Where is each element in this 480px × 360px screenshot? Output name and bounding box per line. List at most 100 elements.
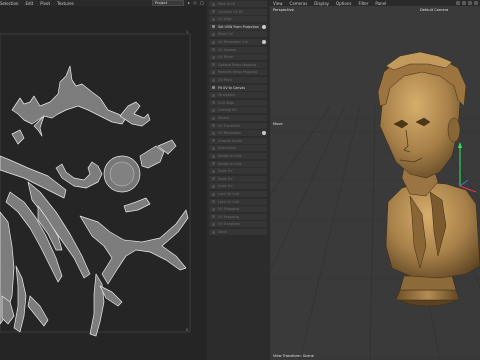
cmd-item-label: Rotate to Grid xyxy=(218,161,242,166)
uv-island xyxy=(11,65,127,125)
cmd-item-label: Interactive xyxy=(218,146,236,151)
cmd-item-icon xyxy=(212,222,215,226)
cmd-item[interactable]: Rotate to Grid xyxy=(209,160,267,167)
cmd-item-icon xyxy=(212,131,215,135)
cmd-item-label: Lock UV Grid xyxy=(218,199,240,204)
cmd-item-label: UV Mirror xyxy=(218,55,234,60)
cmd-item-icon xyxy=(212,70,215,74)
cmd-item[interactable]: Scale UV xyxy=(209,183,267,190)
cmd-item-icon xyxy=(212,162,215,166)
cmd-item[interactable]: Realistic Relax Mapping xyxy=(209,69,267,76)
cmd-item[interactable]: Grid Align xyxy=(209,99,267,106)
cmd-item[interactable]: UV Unwrap xyxy=(209,46,267,53)
check-dot-icon[interactable] xyxy=(262,24,266,29)
cmd-item-label: Set UVW From Projection xyxy=(218,24,259,29)
camera-name[interactable]: Default Camera xyxy=(420,8,448,12)
cmd-item-label: UV Snapping xyxy=(218,214,240,219)
cmd-item[interactable]: Interactive xyxy=(209,145,267,152)
cmd-item-label: Relax UV xyxy=(218,32,233,37)
check-dot-icon[interactable] xyxy=(262,40,266,44)
cmd-item-icon xyxy=(212,230,215,234)
zoom-view-icon[interactable] xyxy=(468,1,472,5)
cmd-item-label: UV Relaxation Cut xyxy=(218,40,248,44)
cmd-item-icon xyxy=(212,108,215,112)
uv-island xyxy=(1,295,15,325)
cmd-item[interactable]: UV Relaxation xyxy=(209,130,267,137)
vp-menu-cameras[interactable]: Cameras xyxy=(290,1,308,6)
cmd-item-label: Stitch xyxy=(218,230,228,234)
cmd-item-icon xyxy=(212,10,215,14)
cmd-item[interactable]: Scale UV xyxy=(209,168,267,175)
cmd-item[interactable]: Straighten xyxy=(209,92,267,99)
cmd-item-icon xyxy=(212,169,215,173)
vp-menu-options[interactable]: Options xyxy=(336,1,351,6)
cmd-item-label: UV Paint xyxy=(218,78,232,82)
cmd-item-icon xyxy=(212,215,215,219)
uv-editor-canvas[interactable]: 1 0 xyxy=(0,6,208,360)
cmd-item-label: Overlap UV xyxy=(218,108,237,113)
cmd-item[interactable]: Rotate to Grid xyxy=(209,153,267,159)
cmd-item[interactable]: UV Mirror xyxy=(209,54,267,61)
uv-menu-textures[interactable]: Textures xyxy=(57,1,74,6)
cmd-item[interactable]: Stitch xyxy=(209,229,267,235)
cmd-item[interactable]: Scale UV xyxy=(209,175,267,182)
view-name: Perspective xyxy=(273,8,294,12)
cmd-item-label: Rotate xyxy=(218,116,229,120)
cmd-item-icon xyxy=(212,63,215,67)
cmd-item-label: UV Unwrap xyxy=(218,47,237,52)
uv-menu-edit[interactable]: Edit xyxy=(25,1,33,6)
uv-menu-selection[interactable]: Selection xyxy=(0,1,18,6)
uv-command-panel: Pack to Fit Conform UV Fit UV Align Set UVW… xyxy=(207,0,271,360)
cmd-item-icon xyxy=(212,139,215,143)
cmd-item-label: Lock UV Grid xyxy=(218,192,240,196)
cmd-item[interactable]: UV Align xyxy=(209,16,267,23)
cmd-item[interactable]: Fit UV to Canvas xyxy=(209,84,267,91)
uv-island xyxy=(123,197,151,213)
uv-island xyxy=(55,161,103,189)
cmd-item[interactable]: Unwrap Quads xyxy=(209,137,267,144)
cmd-item-icon xyxy=(212,93,215,97)
cmd-item[interactable]: Overlap UV xyxy=(209,107,267,114)
cmd-item[interactable]: Pack to Fit xyxy=(209,1,267,7)
cmd-item[interactable]: UV Snapping xyxy=(209,206,267,213)
cmd-item[interactable]: UV Transform xyxy=(209,122,267,129)
cmd-item[interactable]: Lock UV Grid xyxy=(209,198,267,205)
vp-menu-filter[interactable]: Filter xyxy=(358,1,368,6)
move-view-icon[interactable] xyxy=(456,1,460,5)
bust-model xyxy=(377,51,480,307)
frame-view-icon[interactable] xyxy=(474,1,478,5)
cmd-item[interactable]: UV Relaxation Cut xyxy=(209,39,267,45)
cmd-item[interactable]: UV Transform xyxy=(209,221,267,228)
uv-islands[interactable] xyxy=(0,6,207,360)
cmd-item[interactable]: Conform UV Fit xyxy=(209,8,267,15)
cmd-item-label: Grid Align xyxy=(218,100,235,105)
cmd-item-icon xyxy=(212,25,215,29)
cmd-item[interactable]: Rotate xyxy=(209,115,267,121)
cmd-item[interactable]: Set UVW From Projection xyxy=(209,23,267,30)
uv-axis-label-top: 1 xyxy=(186,30,189,34)
check-dot-icon[interactable] xyxy=(262,131,266,136)
vp-menu-panel[interactable]: Panel xyxy=(375,1,386,6)
cmd-item-label: UV Relaxation xyxy=(218,131,242,136)
cmd-item-icon xyxy=(212,48,215,52)
vp-menu-display[interactable]: Display xyxy=(314,1,329,6)
vp-menu-view[interactable]: View xyxy=(273,1,283,6)
cmd-item-label: Pack to Fit xyxy=(218,2,235,6)
cmd-item-icon xyxy=(212,32,215,36)
cmd-item-label: UV Transform xyxy=(218,123,241,128)
cmd-item[interactable]: Optimal Relax Mapping xyxy=(209,61,267,68)
cmd-item-label: Scale UV xyxy=(218,176,233,181)
cmd-item[interactable]: UV Snapping xyxy=(209,213,267,220)
view-transform-status: View Transform: Scene xyxy=(273,354,314,358)
cmd-item[interactable]: Lock UV Grid xyxy=(209,191,267,197)
uv-island xyxy=(27,295,49,327)
3d-viewport[interactable]: Perspective Default Camera Move View Tra… xyxy=(270,6,480,360)
uv-menu-pivot[interactable]: Pivot xyxy=(40,1,50,6)
viewport-scene[interactable] xyxy=(270,6,480,360)
cmd-item[interactable]: UV Paint xyxy=(209,77,267,83)
app-window: Selection Edit Pivot Textures Project ▸ … xyxy=(0,0,480,360)
viewport-toolbar xyxy=(456,1,478,5)
cmd-item[interactable]: Relax UV xyxy=(209,31,267,38)
rotate-view-icon[interactable] xyxy=(462,1,466,5)
cmd-item-label: Optimal Relax Mapping xyxy=(218,62,257,67)
